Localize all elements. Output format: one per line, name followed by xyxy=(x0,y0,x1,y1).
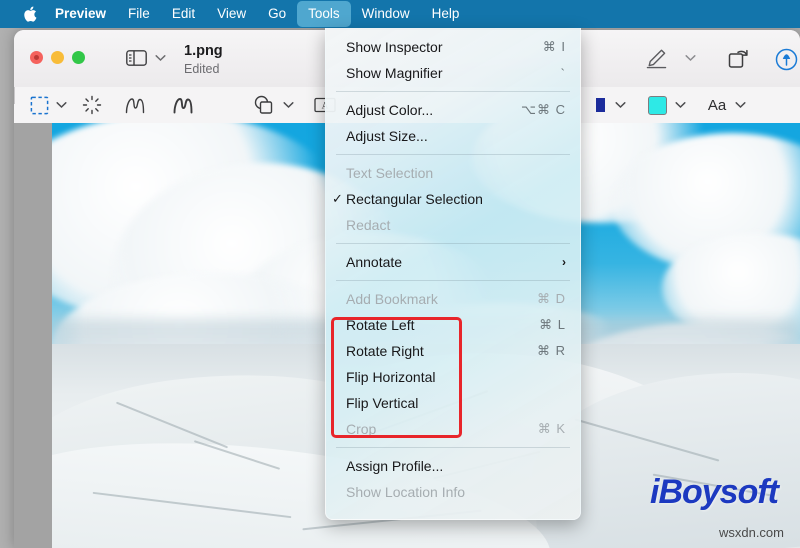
menu-item-label: Show Magnifier xyxy=(346,65,443,81)
chevron-down-icon[interactable] xyxy=(154,52,166,64)
menu-help[interactable]: Help xyxy=(421,1,471,27)
menu-separator xyxy=(336,91,570,92)
screenshot-root: Preview File Edit View Go Tools Window H… xyxy=(0,0,800,548)
menu-item-label: Crop xyxy=(346,421,377,437)
rectangular-selection-icon[interactable] xyxy=(29,95,49,115)
border-chevron-down-icon[interactable] xyxy=(614,95,626,115)
markup-chevron-down-icon[interactable] xyxy=(684,52,696,64)
menu-item-label: Redact xyxy=(346,217,391,233)
menu-item-label: Rectangular Selection xyxy=(346,191,483,207)
maximize-window-button[interactable] xyxy=(72,51,85,64)
menu-separator xyxy=(336,154,570,155)
minimize-window-button[interactable] xyxy=(51,51,64,64)
apple-logo-icon[interactable] xyxy=(0,5,44,23)
magic-wand-icon[interactable] xyxy=(82,95,102,115)
tools-dropdown-menu: Show Inspector ⌘ I Show Magnifier ` Adjust C… xyxy=(325,28,581,520)
menu-item-label: Assign Profile... xyxy=(346,458,444,474)
menu-item-label: Adjust Size... xyxy=(346,128,428,144)
menu-item-shortcut: ` xyxy=(560,65,566,81)
menu-separator xyxy=(336,447,570,448)
document-title-block: 1.png Edited xyxy=(184,42,223,77)
fill-chevron-down-icon[interactable] xyxy=(674,95,686,115)
menu-separator xyxy=(336,243,570,244)
document-status: Edited xyxy=(184,62,220,76)
selection-chevron-down-icon[interactable] xyxy=(55,95,67,115)
menu-item-label: Annotate xyxy=(346,254,403,270)
menu-go[interactable]: Go xyxy=(257,1,297,27)
menu-item-label: Show Location Info xyxy=(346,484,466,500)
fill-color-icon[interactable] xyxy=(646,95,668,115)
draw-icon[interactable] xyxy=(172,95,194,115)
sketch-icon[interactable] xyxy=(124,95,146,115)
watermark-site: wsxdn.com xyxy=(718,525,784,540)
markup-pen-icon[interactable] xyxy=(644,47,668,69)
menu-preview[interactable]: Preview xyxy=(44,1,117,27)
menu-file[interactable]: File xyxy=(117,1,161,27)
menu-item-label: Add Bookmark xyxy=(346,291,438,307)
menu-item-flip-vertical[interactable]: Flip Vertical xyxy=(326,390,580,416)
menu-item-add-bookmark: Add Bookmark ⌘ D xyxy=(326,286,580,312)
menu-item-label: Show Inspector xyxy=(346,39,443,55)
menu-item-crop: Crop ⌘ K xyxy=(326,416,580,442)
share-icon[interactable] xyxy=(774,47,798,71)
border-color-icon[interactable] xyxy=(594,95,608,115)
menu-item-shortcut: ⌘ D xyxy=(537,291,566,306)
menu-item-redact: Redact xyxy=(326,212,580,238)
menu-item-rotate-left[interactable]: Rotate Left ⌘ L xyxy=(326,312,580,338)
menu-separator xyxy=(336,280,570,281)
menu-view[interactable]: View xyxy=(206,1,257,27)
toolbar-divider xyxy=(14,87,15,104)
menu-item-assign-profile[interactable]: Assign Profile... xyxy=(326,453,580,479)
menu-item-show-inspector[interactable]: Show Inspector ⌘ I xyxy=(326,34,580,60)
watermark-brand: iBoysoft xyxy=(650,473,779,511)
menu-edit[interactable]: Edit xyxy=(161,1,206,27)
menu-item-show-location-info: Show Location Info xyxy=(326,479,580,505)
menu-item-shortcut: ⌘ R xyxy=(537,343,566,358)
fill-color-swatch[interactable] xyxy=(647,95,667,115)
page-title: 1.png xyxy=(184,43,223,59)
menu-item-annotate[interactable]: Annotate › xyxy=(326,249,580,275)
menu-item-shortcut: ⌘ K xyxy=(537,421,566,436)
menu-item-label: Text Selection xyxy=(346,165,434,181)
menu-item-label: Flip Vertical xyxy=(346,395,419,411)
macos-menu-bar: Preview File Edit View Go Tools Window H… xyxy=(0,0,800,28)
menu-item-shortcut: ⌥⌘ C xyxy=(521,102,566,117)
menu-item-show-magnifier[interactable]: Show Magnifier ` xyxy=(326,60,580,86)
font-chevron-down-icon[interactable] xyxy=(734,95,746,115)
font-style-button[interactable]: Aa xyxy=(704,95,730,115)
menu-item-adjust-size[interactable]: Adjust Size... xyxy=(326,123,580,149)
checkmark-icon: ✓ xyxy=(332,191,343,206)
menu-item-label: Adjust Color... xyxy=(346,102,434,118)
menu-item-rectangular-selection[interactable]: ✓ Rectangular Selection xyxy=(326,186,580,212)
menu-item-text-selection: Text Selection xyxy=(326,160,580,186)
shapes-icon[interactable] xyxy=(253,95,275,115)
close-window-button[interactable] xyxy=(30,51,43,64)
menu-item-label: Flip Horizontal xyxy=(346,369,436,385)
menu-item-adjust-color[interactable]: Adjust Color... ⌥⌘ C xyxy=(326,97,580,123)
menu-item-label: Rotate Right xyxy=(346,343,424,359)
menu-item-rotate-right[interactable]: Rotate Right ⌘ R xyxy=(326,338,580,364)
menu-window[interactable]: Window xyxy=(351,1,421,27)
menu-item-shortcut: ⌘ I xyxy=(542,39,566,54)
menu-item-shortcut: ⌘ L xyxy=(539,317,566,332)
menu-tools[interactable]: Tools xyxy=(297,1,351,27)
rotate-icon[interactable] xyxy=(726,47,750,69)
shapes-chevron-down-icon[interactable] xyxy=(282,95,294,115)
menu-item-label: Rotate Left xyxy=(346,317,415,333)
menu-item-flip-horizontal[interactable]: Flip Horizontal xyxy=(326,364,580,390)
submenu-chevron-right-icon: › xyxy=(562,255,566,269)
sidebar-icon[interactable] xyxy=(125,48,147,68)
